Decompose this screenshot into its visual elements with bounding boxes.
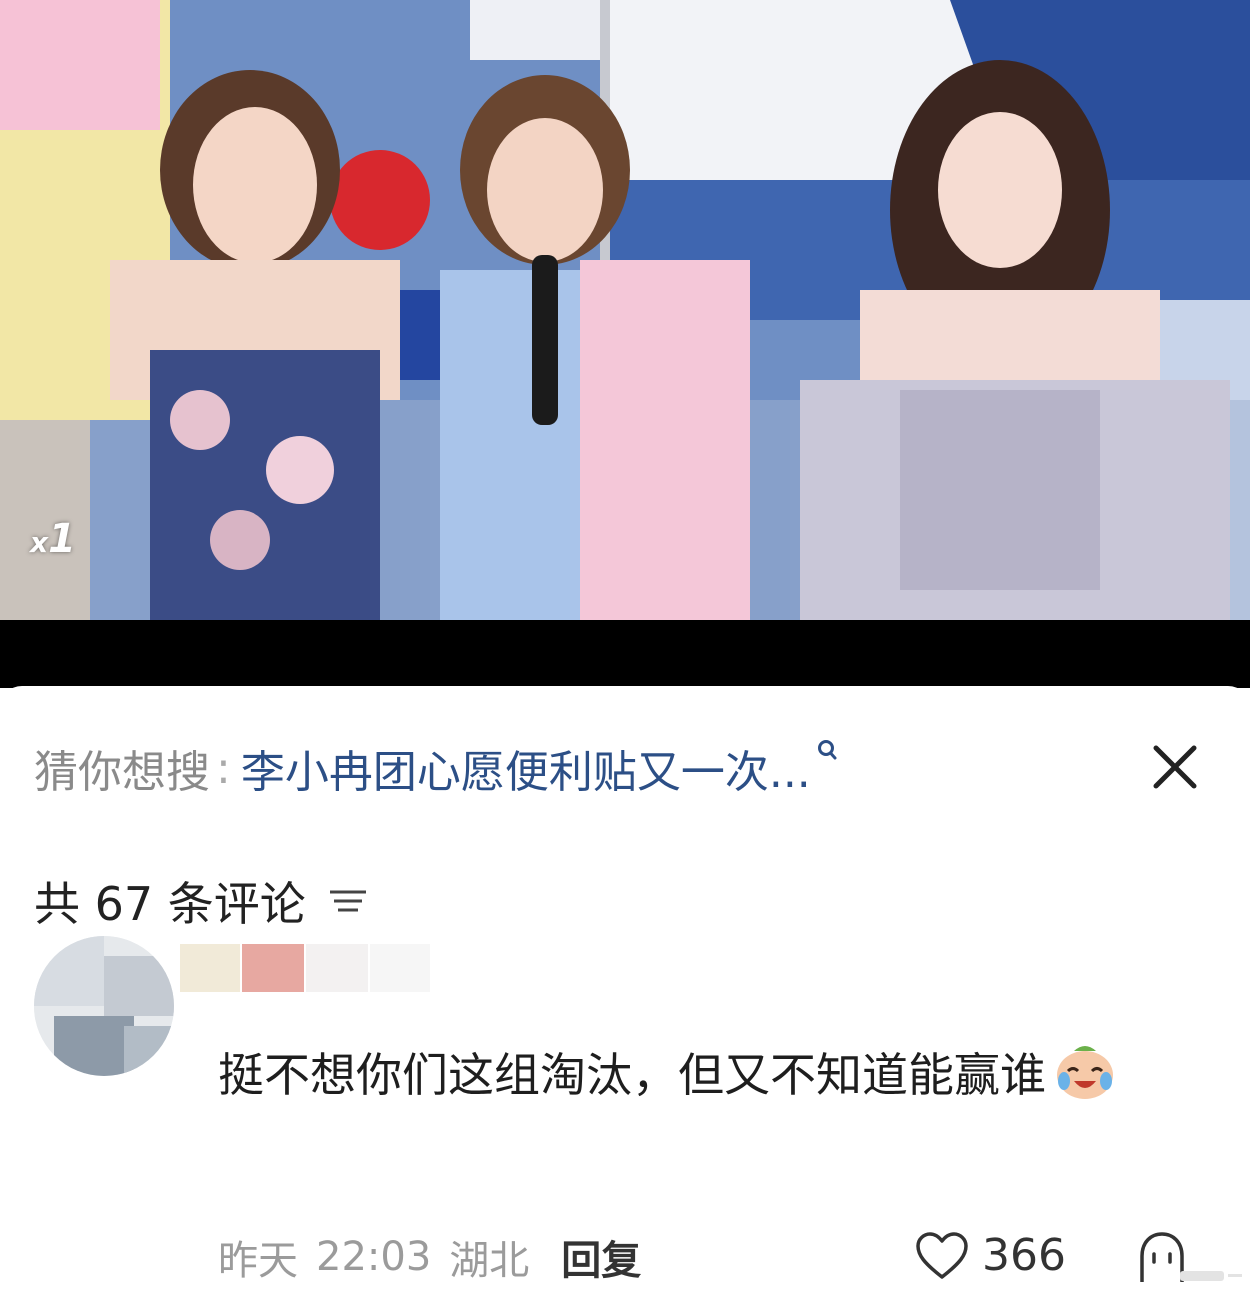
- comment-time: 22:03: [316, 1234, 432, 1280]
- suggestion-separator: :: [216, 742, 231, 794]
- watermark-logo: [1180, 1271, 1242, 1281]
- comment-count: 共 67 条评论: [34, 877, 306, 931]
- playback-speed-label[interactable]: x1: [30, 516, 76, 562]
- search-suggestion[interactable]: 猜你想搜 : 李小冉团心愿便利贴又一次...: [34, 736, 839, 800]
- sort-icon[interactable]: [328, 886, 368, 916]
- comment-text: 挺不想你们这组淘汰，但又不知道能赢谁: [218, 1048, 1046, 1102]
- username-blurred[interactable]: [180, 938, 470, 998]
- close-icon[interactable]: [1148, 740, 1202, 794]
- suggestion-query-link[interactable]: 李小冉团心愿便利贴又一次...: [241, 736, 811, 800]
- crying-laughing-emoji-icon: [1057, 1046, 1113, 1099]
- search-icon: [817, 740, 837, 760]
- comment-body: 挺不想你们这组淘汰，但又不知道能赢谁: [218, 1030, 1208, 1120]
- avatar-image: [34, 936, 174, 1076]
- like-count: 366: [982, 1230, 1066, 1281]
- reply-button[interactable]: 回复: [561, 1228, 641, 1286]
- video-bottom-bar: [0, 620, 1250, 688]
- comment-location: 湖北: [449, 1238, 530, 1284]
- comments-header: 共 67 条评论: [34, 868, 368, 934]
- speed-value: 1: [48, 516, 76, 562]
- speed-prefix: x: [30, 526, 49, 559]
- suggestion-label: 猜你想搜: [34, 747, 210, 798]
- video-player[interactable]: x1: [0, 0, 1250, 620]
- username-mosaic: [180, 944, 430, 992]
- comment-date: 昨天: [218, 1238, 298, 1284]
- video-frame: [0, 0, 1250, 620]
- like-button[interactable]: 366: [914, 1230, 1066, 1281]
- avatar[interactable]: [34, 936, 174, 1076]
- comment-meta: 昨天 22:03 湖北 回复: [218, 1228, 659, 1286]
- heart-icon: [916, 1231, 968, 1279]
